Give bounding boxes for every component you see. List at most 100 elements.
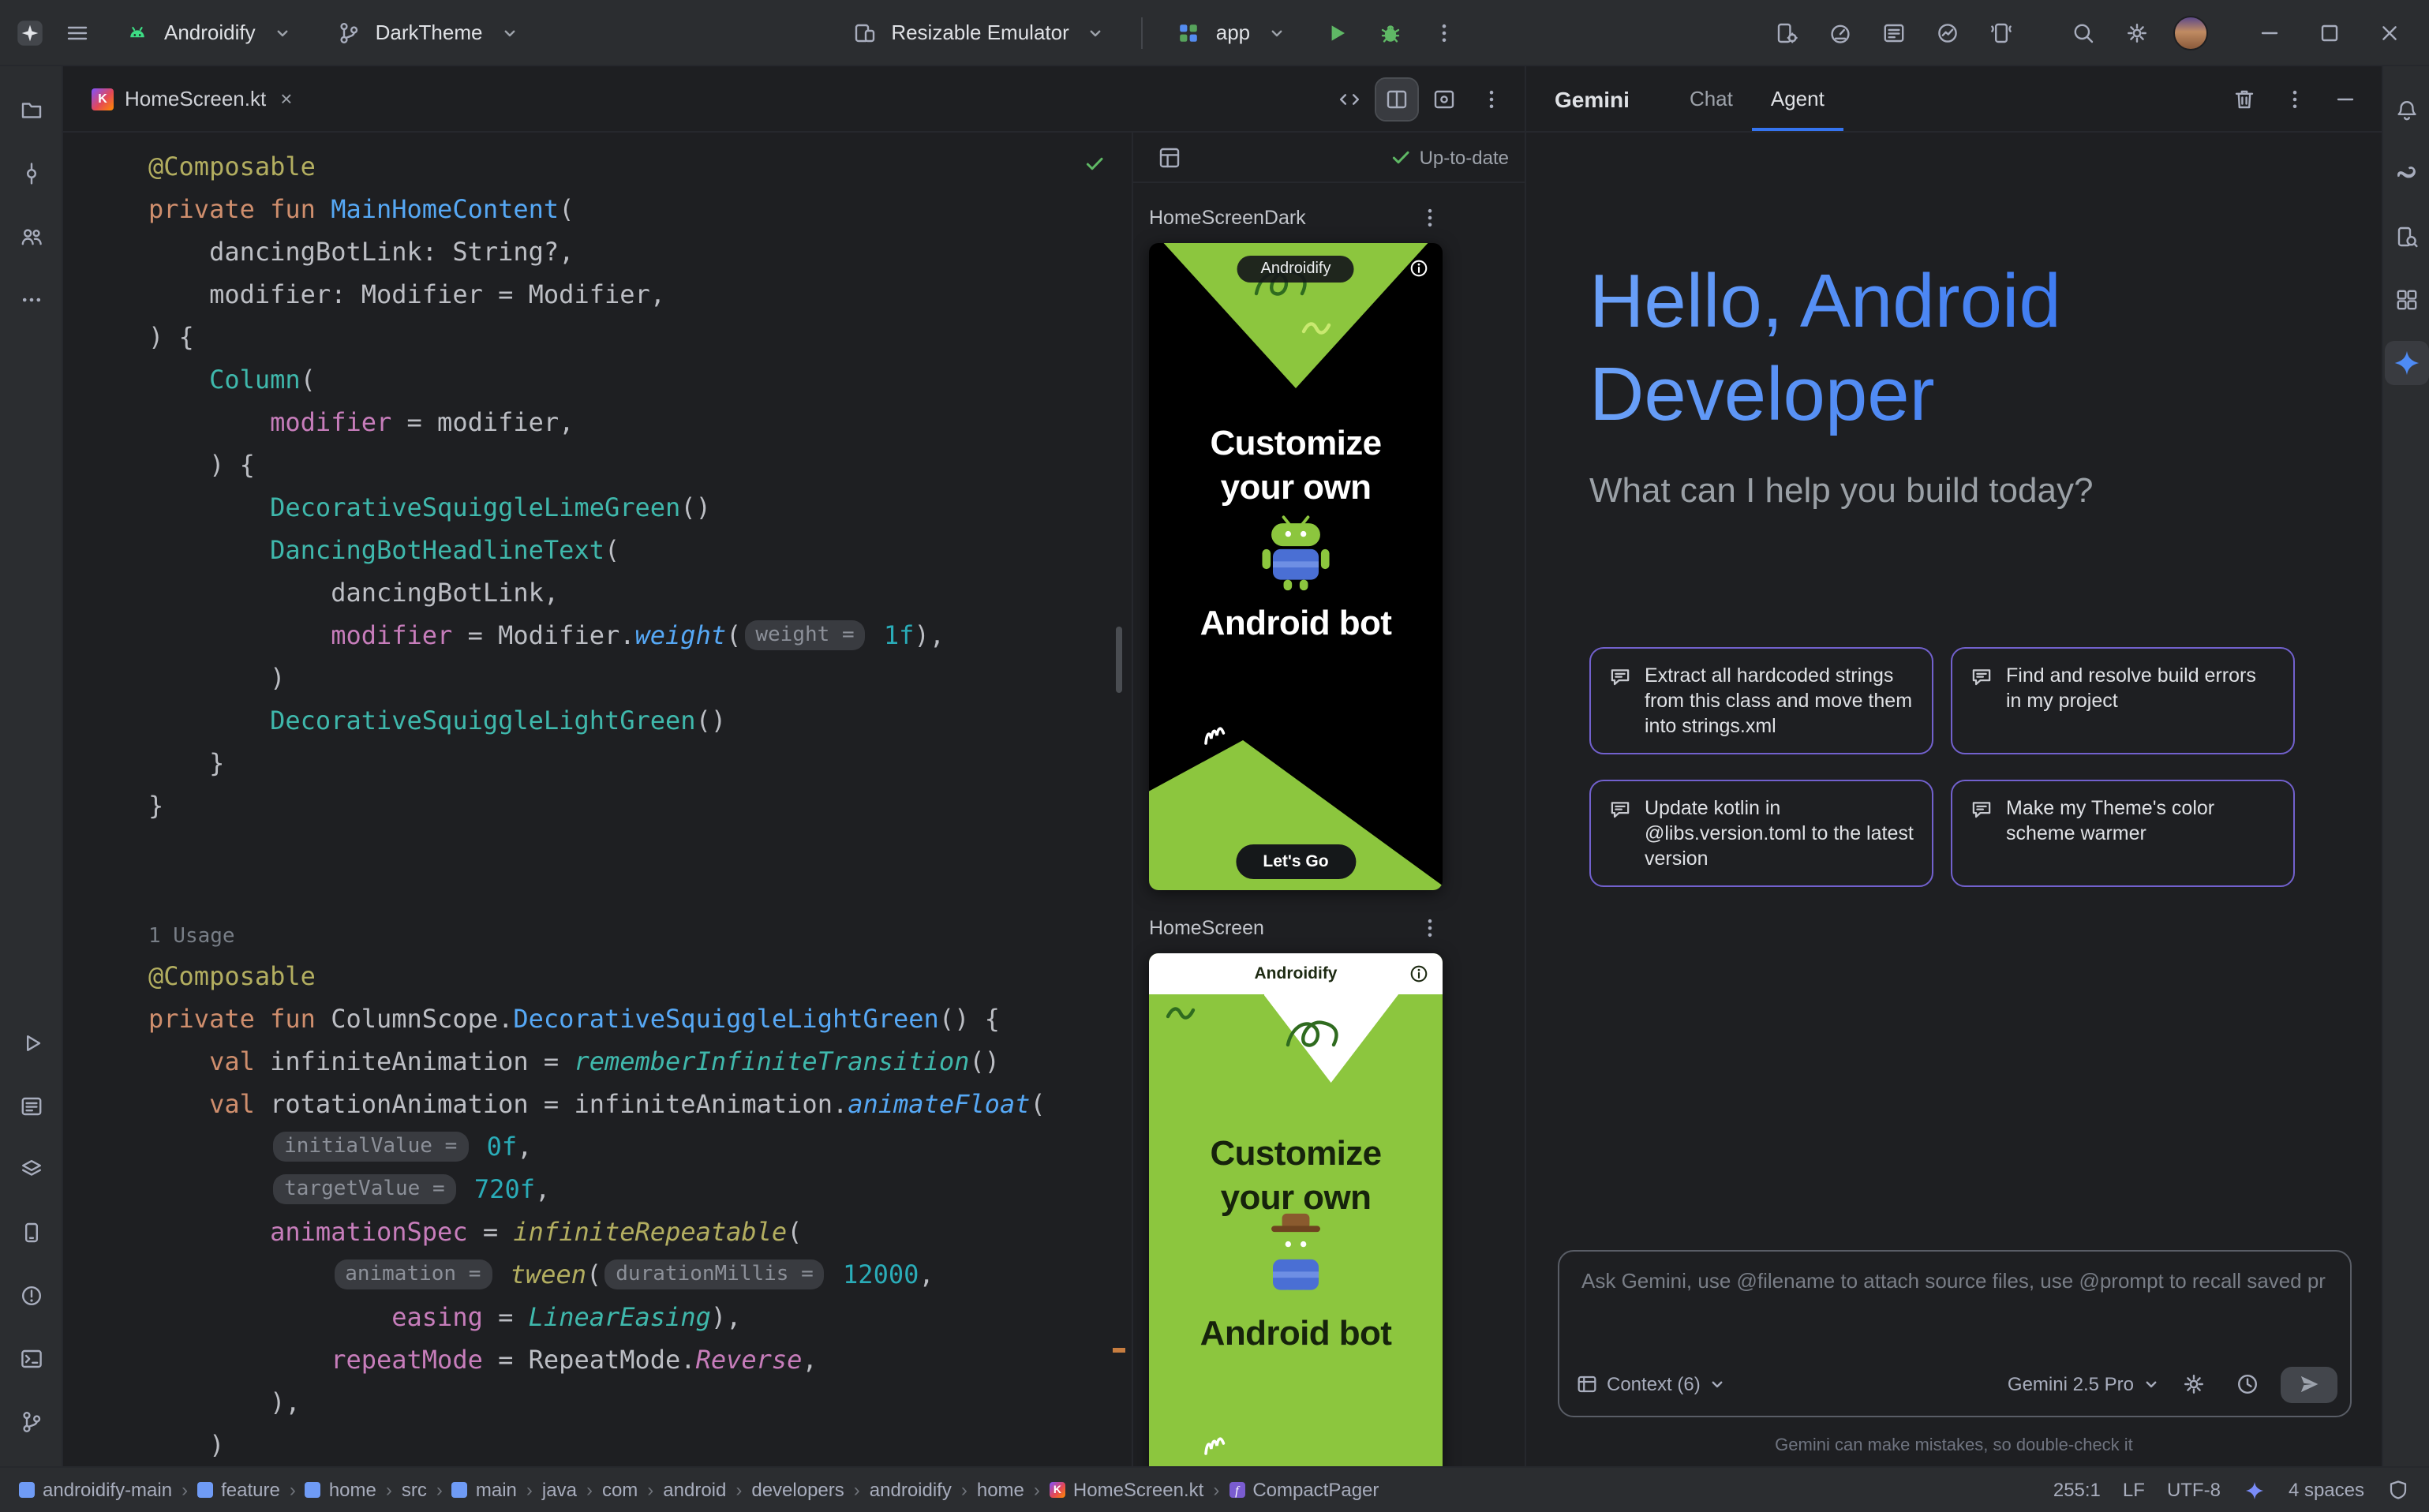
code-line[interactable]: private fun MainHomeContent(: [148, 188, 1132, 230]
terminal-button[interactable]: [9, 1337, 53, 1381]
logcat-button[interactable]: [9, 1084, 53, 1128]
code-line[interactable]: ): [148, 657, 1132, 699]
gemini-settings-button[interactable]: [2173, 1364, 2214, 1405]
breadcrumb-item-CompactPager[interactable]: fCompactPager: [1229, 1479, 1379, 1501]
ai-spark-icon[interactable]: [2243, 1478, 2266, 1502]
code-line[interactable]: val infiniteAnimation = rememberInfinite…: [148, 1040, 1132, 1083]
pull-requests-button[interactable]: [9, 215, 53, 259]
breadcrumb-item-HomeScreen.kt[interactable]: KHomeScreen.kt: [1050, 1479, 1203, 1501]
code-line[interactable]: ): [148, 1424, 1132, 1466]
running-devices-button[interactable]: [9, 1211, 53, 1255]
code-view-button[interactable]: [1329, 78, 1370, 119]
shield-icon[interactable]: [2386, 1478, 2410, 1502]
breadcrumb-item-com[interactable]: com: [602, 1479, 638, 1501]
breadcrumb-item-android[interactable]: android: [663, 1479, 726, 1501]
profile-button[interactable]: [2167, 9, 2214, 56]
model-selector[interactable]: Gemini 2.5 Pro: [2008, 1373, 2161, 1395]
project-button[interactable]: [9, 88, 53, 133]
breadcrumb-item-home[interactable]: home: [305, 1479, 376, 1501]
code-line[interactable]: Column(: [148, 358, 1132, 401]
main-menu-button[interactable]: [54, 9, 101, 56]
preview-menu-icon[interactable]: [1417, 205, 1443, 230]
breadcrumb-item-home[interactable]: home: [977, 1479, 1024, 1501]
breadcrumb-item-java[interactable]: java: [542, 1479, 577, 1501]
suggestion-card-3[interactable]: Update kotlin in @libs.version.toml to t…: [1589, 780, 1933, 887]
notifications-button[interactable]: [2384, 88, 2428, 133]
code-line[interactable]: [148, 870, 1132, 912]
settings-button[interactable]: [2113, 9, 2161, 56]
tab-homescreen-kt[interactable]: K HomeScreen.kt ×: [76, 66, 308, 131]
breadcrumb-item-src[interactable]: src: [402, 1479, 427, 1501]
code-line[interactable]: val rotationAnimation = infiniteAnimatio…: [148, 1083, 1132, 1125]
caret-position[interactable]: 255:1: [2053, 1479, 2101, 1501]
code-line[interactable]: modifier = Modifier.weight(weight = 1f),: [148, 614, 1132, 657]
history-button[interactable]: [2227, 1364, 2268, 1405]
device-streaming-button[interactable]: [1978, 9, 2025, 56]
split-view-button[interactable]: [1376, 78, 1417, 119]
more-run-options-button[interactable]: [1420, 9, 1468, 56]
window-maximize-button[interactable]: [2303, 0, 2356, 65]
code-line[interactable]: animation = tween(durationMillis = 12000…: [148, 1253, 1132, 1296]
tab-close-icon[interactable]: ×: [280, 87, 292, 110]
debug-button[interactable]: [1367, 9, 1414, 56]
breadcrumb-item-androidify-main[interactable]: androidify-main: [19, 1479, 172, 1501]
code-line[interactable]: @Composable: [148, 145, 1132, 188]
window-minimize-button[interactable]: [2243, 0, 2296, 65]
problems-button[interactable]: [9, 1274, 53, 1318]
profiler-button[interactable]: [1817, 9, 1864, 56]
code-line[interactable]: modifier: Modifier = Modifier,: [148, 273, 1132, 316]
code-line[interactable]: modifier = modifier,: [148, 401, 1132, 443]
breadcrumb-item-androidify[interactable]: androidify: [870, 1479, 952, 1501]
send-button[interactable]: [2281, 1366, 2337, 1402]
gemini-more-button[interactable]: [2274, 78, 2315, 119]
logcat-button[interactable]: [1870, 9, 1918, 56]
code-line[interactable]: repeatMode = RepeatMode.Reverse,: [148, 1338, 1132, 1381]
indent-setting[interactable]: 4 spaces: [2289, 1479, 2364, 1501]
code-line[interactable]: easing = LinearEasing),: [148, 1296, 1132, 1338]
build-variants-button[interactable]: [9, 1147, 53, 1192]
clear-chat-button[interactable]: [2224, 78, 2265, 119]
run-button[interactable]: [1313, 9, 1360, 56]
code-line[interactable]: [148, 827, 1132, 870]
context-chip[interactable]: Context (6): [1575, 1372, 1727, 1396]
code-line[interactable]: initialValue = 0f,: [148, 1125, 1132, 1168]
preview-card-HomeScreen[interactable]: AndroidifyCustomizeyour ownAndroid bot: [1149, 953, 1443, 1466]
gemini-button[interactable]: [2384, 341, 2428, 385]
code-line[interactable]: ),: [148, 1381, 1132, 1424]
scrollbar-thumb[interactable]: [1116, 627, 1122, 693]
code-line[interactable]: DecorativeSquiggleLimeGreen(): [148, 486, 1132, 529]
line-separator[interactable]: LF: [2123, 1479, 2145, 1501]
preview-card-HomeScreenDark[interactable]: AndroidifyCustomizeyour ownAndroid botLe…: [1149, 243, 1443, 890]
code-line[interactable]: dancingBotLink,: [148, 571, 1132, 614]
resource-manager-button[interactable]: [2384, 278, 2428, 322]
more-tool-windows-button[interactable]: [9, 278, 53, 322]
window-close-button[interactable]: [2363, 0, 2416, 65]
code-line[interactable]: 1 Usage: [148, 912, 1132, 955]
tab-agent[interactable]: Agent: [1752, 66, 1843, 131]
code-line[interactable]: }: [148, 742, 1132, 784]
code-line[interactable]: animationSpec = infiniteRepeatable(: [148, 1211, 1132, 1253]
tab-chat[interactable]: Chat: [1671, 66, 1752, 131]
code-line[interactable]: targetValue = 720f,: [148, 1168, 1132, 1211]
code-line[interactable]: DancingBotHeadlineText(: [148, 529, 1132, 571]
editor-scrollbar[interactable]: [1111, 133, 1127, 1466]
code-line[interactable]: @Composable: [148, 955, 1132, 997]
preview-menu-icon[interactable]: [1417, 915, 1443, 941]
code-line[interactable]: private fun ColumnScope.DecorativeSquigg…: [148, 997, 1132, 1040]
device-selector[interactable]: Resizable Emulator: [834, 9, 1125, 56]
suggestion-card-2[interactable]: Find and resolve build errors in my proj…: [1951, 647, 2295, 754]
editor-more-button[interactable]: [1471, 78, 1512, 119]
device-explorer-button[interactable]: [2384, 215, 2428, 259]
device-manager-button[interactable]: [1763, 9, 1810, 56]
code-line[interactable]: ) {: [148, 443, 1132, 486]
breadcrumb-item-feature[interactable]: feature: [197, 1479, 280, 1501]
breadcrumb-item-main[interactable]: main: [452, 1479, 517, 1501]
gradle-button[interactable]: [2384, 152, 2428, 196]
suggestion-card-4[interactable]: Make my Theme's color scheme warmer: [1951, 780, 2295, 887]
code-line[interactable]: }: [148, 784, 1132, 827]
vcs-branch-selector[interactable]: DarkTheme: [319, 9, 540, 56]
search-everywhere-button[interactable]: [2060, 9, 2107, 56]
hide-panel-button[interactable]: [2325, 78, 2366, 119]
code-line[interactable]: ) {: [148, 316, 1132, 358]
code-editor[interactable]: @Composableprivate fun MainHomeContent( …: [63, 133, 1132, 1466]
